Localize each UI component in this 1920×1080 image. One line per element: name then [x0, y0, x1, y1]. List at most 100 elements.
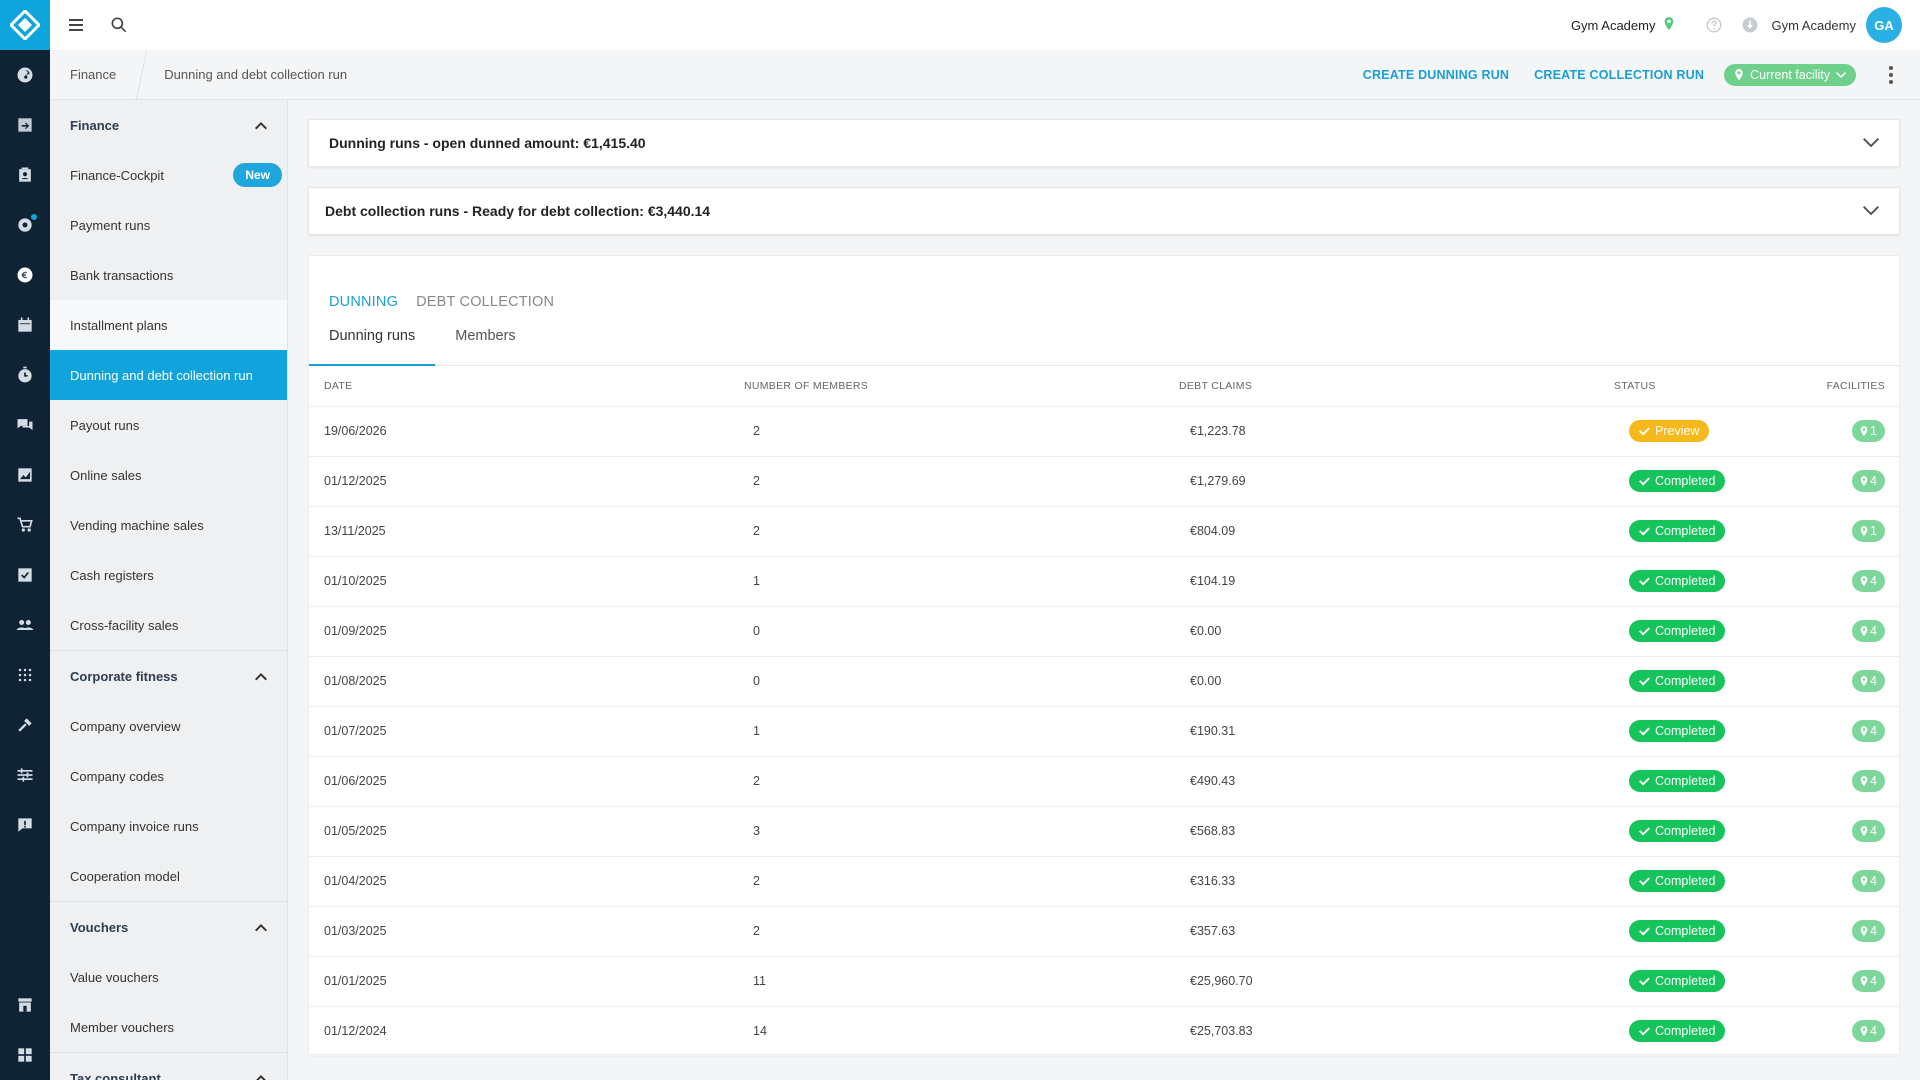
- facilities-badge[interactable]: 4: [1852, 770, 1885, 792]
- create-dunning-run-button[interactable]: CREATE DUNNING RUN: [1363, 68, 1509, 82]
- section-finance-header[interactable]: Finance: [50, 100, 287, 150]
- facilities-badge[interactable]: 4: [1852, 720, 1885, 742]
- help-icon[interactable]: [1703, 14, 1725, 36]
- tab-dunning-runs[interactable]: Dunning runs: [309, 326, 436, 366]
- sidebar-item-value-vouchers[interactable]: Value vouchers: [50, 952, 287, 1002]
- sidebar-item-cash-registers[interactable]: Cash registers: [50, 550, 287, 600]
- table-row[interactable]: 01/08/2025 0 €0.00 Completed 4: [309, 656, 1899, 707]
- facilities-badge[interactable]: 4: [1852, 920, 1885, 942]
- rail-config[interactable]: [0, 750, 50, 800]
- check-icon: [1639, 726, 1650, 736]
- rail-devices[interactable]: [0, 650, 50, 700]
- rail-apps[interactable]: [0, 1030, 50, 1080]
- table-row[interactable]: 01/06/2025 2 €490.43 Completed 4: [309, 756, 1899, 807]
- location-pin-icon: [1860, 425, 1868, 436]
- rail-tools[interactable]: [0, 700, 50, 750]
- avatar[interactable]: GA: [1866, 7, 1902, 43]
- rail-store[interactable]: [0, 980, 50, 1030]
- facilities-badge[interactable]: 4: [1852, 470, 1885, 492]
- section-title: Vouchers: [70, 919, 129, 935]
- facility-name[interactable]: Gym Academy: [1571, 18, 1656, 33]
- cell-claims: €104.19: [1179, 556, 1614, 607]
- current-facility-dropdown[interactable]: Current facility: [1724, 63, 1856, 86]
- status-badge: Completed: [1629, 770, 1726, 792]
- rail-finance[interactable]: [0, 250, 50, 300]
- breadcrumb-finance[interactable]: Finance: [70, 67, 116, 82]
- rail-checkin[interactable]: [0, 100, 50, 150]
- sidebar-item-installment-plans[interactable]: Installment plans: [50, 300, 287, 350]
- rail-dashboard[interactable]: [0, 50, 50, 100]
- sidebar-item-company-invoice-runs[interactable]: Company invoice runs: [50, 801, 287, 851]
- table-row[interactable]: 01/01/2025 11 €25,960.70 Completed 4: [309, 956, 1899, 1007]
- rail-reports[interactable]: [0, 450, 50, 500]
- tab-debt-collection[interactable]: DEBT COLLECTION: [416, 294, 554, 310]
- sidebar-item-vending[interactable]: Vending machine sales: [50, 500, 287, 550]
- column-header-claims[interactable]: DEBT CLAIMS: [1179, 366, 1614, 407]
- rail-calendar[interactable]: [0, 300, 50, 350]
- rail-tasks[interactable]: [0, 550, 50, 600]
- create-collection-run-button[interactable]: CREATE COLLECTION RUN: [1534, 68, 1704, 82]
- table-row[interactable]: 01/03/2025 2 €357.63 Completed 4: [309, 906, 1899, 957]
- section-vouchers-header[interactable]: Vouchers: [50, 902, 287, 952]
- menu-button[interactable]: [66, 14, 88, 36]
- collection-summary-accordion[interactable]: Debt collection runs - Ready for debt co…: [308, 187, 1900, 235]
- table-row[interactable]: 01/09/2025 0 €0.00 Completed 4: [309, 606, 1899, 657]
- rail-timer[interactable]: [0, 350, 50, 400]
- column-header-status[interactable]: STATUS: [1614, 366, 1809, 407]
- sidebar-item-company-codes[interactable]: Company codes: [50, 751, 287, 801]
- sidebar-item-payment-runs[interactable]: Payment runs: [50, 200, 287, 250]
- rail-feedback[interactable]: [0, 800, 50, 850]
- rail-chat[interactable]: [0, 400, 50, 450]
- sidebar-item-cooperation-model[interactable]: Cooperation model: [50, 851, 287, 901]
- sidebar-item-member-vouchers[interactable]: Member vouchers: [50, 1002, 287, 1052]
- dunning-summary-accordion[interactable]: Dunning runs - open dunned amount: €1,41…: [308, 119, 1900, 167]
- task-check-icon: [18, 568, 32, 582]
- facilities-badge[interactable]: 4: [1852, 570, 1885, 592]
- cell-status: Preview: [1614, 406, 1809, 457]
- rail-groups[interactable]: [0, 600, 50, 650]
- sidebar-item-finance-cockpit[interactable]: Finance-Cockpit New: [50, 150, 287, 200]
- table-row[interactable]: 01/07/2025 1 €190.31 Completed 4: [309, 706, 1899, 757]
- facilities-badge[interactable]: 4: [1852, 1020, 1885, 1042]
- sidebar-item-company-overview[interactable]: Company overview: [50, 701, 287, 751]
- column-header-facilities[interactable]: FACILITIES: [1809, 366, 1899, 407]
- sidebar-item-online-sales[interactable]: Online sales: [50, 450, 287, 500]
- column-header-members[interactable]: NUMBER OF MEMBERS: [744, 366, 1179, 407]
- search-button[interactable]: [108, 14, 130, 36]
- cell-claims: €25,960.70: [1179, 956, 1614, 1007]
- section-corporate-header[interactable]: Corporate fitness: [50, 651, 287, 701]
- tab-members[interactable]: Members: [435, 326, 535, 365]
- user-name[interactable]: Gym Academy: [1771, 18, 1856, 33]
- app-logo[interactable]: [0, 0, 50, 50]
- facilities-badge[interactable]: 1: [1852, 420, 1885, 442]
- section-tax-header[interactable]: Tax consultant: [50, 1053, 287, 1080]
- more-options-icon[interactable]: [1880, 64, 1902, 86]
- table-row[interactable]: 19/06/2026 2 €1,223.78 Preview 1: [309, 406, 1899, 457]
- rail-contacts[interactable]: [0, 150, 50, 200]
- sidebar-item-dunning[interactable]: Dunning and debt collection run: [50, 350, 287, 400]
- facilities-badge[interactable]: 4: [1852, 670, 1885, 692]
- facilities-badge[interactable]: 4: [1852, 620, 1885, 642]
- column-header-date[interactable]: DATE: [309, 366, 744, 407]
- sidebar-item-bank-transactions[interactable]: Bank transactions: [50, 250, 287, 300]
- download-icon[interactable]: [1739, 14, 1761, 36]
- sidebar-item-cross-facility[interactable]: Cross-facility sales: [50, 600, 287, 650]
- rail-settings[interactable]: [0, 200, 50, 250]
- table-row[interactable]: 01/10/2025 1 €104.19 Completed 4: [309, 556, 1899, 607]
- table-row[interactable]: 01/12/2025 2 €1,279.69 Completed 4: [309, 456, 1899, 507]
- check-icon: [1639, 526, 1650, 536]
- rail-shop[interactable]: [0, 500, 50, 550]
- table-row[interactable]: 01/12/2024 14 €25,703.83 Completed 4: [309, 1006, 1899, 1057]
- tab-dunning[interactable]: DUNNING: [329, 294, 398, 310]
- table-row[interactable]: 13/11/2025 2 €804.09 Completed 1: [309, 506, 1899, 557]
- table-row[interactable]: 01/04/2025 2 €316.33 Completed 4: [309, 856, 1899, 907]
- cell-facilities: 4: [1809, 806, 1899, 857]
- facilities-badge[interactable]: 1: [1852, 520, 1885, 542]
- facilities-badge[interactable]: 4: [1852, 870, 1885, 892]
- facilities-badge[interactable]: 4: [1852, 820, 1885, 842]
- table-row[interactable]: 01/05/2025 3 €568.83 Completed 4: [309, 806, 1899, 857]
- sidebar-item-label: Cash registers: [70, 567, 154, 583]
- facilities-badge[interactable]: 4: [1852, 970, 1885, 992]
- sidebar-item-payout-runs[interactable]: Payout runs: [50, 400, 287, 450]
- check-icon: [1639, 426, 1650, 436]
